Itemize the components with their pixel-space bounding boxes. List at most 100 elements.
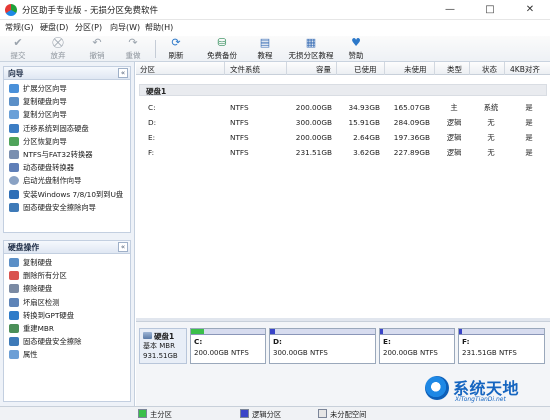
filesystem-cell: NTFS bbox=[230, 118, 249, 127]
used-cell: 34.93GB bbox=[348, 103, 380, 112]
table-row[interactable]: E: NTFS 200.00GB 2.64GB 197.36GB 逻辑 无 是 bbox=[136, 132, 550, 145]
partition-block-c[interactable]: C: 200.00GB NTFS bbox=[190, 328, 266, 364]
disk-ops-group-header[interactable]: 硬盘操作 « bbox=[4, 241, 130, 254]
free-cell: 165.07GB bbox=[393, 103, 430, 112]
table-row[interactable]: D: NTFS 300.00GB 15.91GB 284.09GB 逻辑 无 是 bbox=[136, 117, 550, 130]
free-backup-button[interactable]: ⛁ 免费备份 bbox=[200, 37, 244, 61]
menu-bar: 常规(G) 硬盘(D) 分区(P) 向导(W) 帮助(H) bbox=[0, 20, 550, 36]
wipe-icon bbox=[9, 284, 19, 294]
legend-swatch bbox=[240, 409, 249, 418]
disk-op-convert-gpt[interactable]: 转换到GPT硬盘 bbox=[4, 309, 130, 322]
menu-wizard[interactable]: 向导(W) bbox=[110, 22, 140, 33]
refresh-button[interactable]: ⟳ 刷新 bbox=[163, 37, 189, 61]
menu-disk[interactable]: 硬盘(D) bbox=[40, 22, 68, 33]
wizard-item-boot-media[interactable]: 启动光盘制作向导 bbox=[4, 174, 130, 187]
column-partition[interactable]: 分区 bbox=[140, 64, 155, 75]
column-filesystem[interactable]: 文件系统 bbox=[230, 64, 260, 75]
wizard-item-migrate-os[interactable]: 迁移系统到固态硬盘 bbox=[4, 122, 130, 135]
disk-ops-group: 硬盘操作 « 复制硬盘 删除所有分区 擦除硬盘 坏扇区检测 转换到GPT硬盘 重… bbox=[3, 240, 131, 402]
sponsor-button[interactable]: ♥ 赞助 bbox=[343, 37, 369, 61]
delete-icon bbox=[9, 271, 19, 281]
usage-bar bbox=[380, 329, 454, 335]
redo-icon: ↷ bbox=[128, 36, 138, 49]
disk-ops-list: 复制硬盘 删除所有分区 擦除硬盘 坏扇区检测 转换到GPT硬盘 重建MBR 固态… bbox=[4, 254, 130, 362]
chevron-up-icon[interactable]: « bbox=[118, 68, 128, 78]
disk-op-ssd-erase[interactable]: 固态硬盘安全擦除 bbox=[4, 335, 130, 348]
convert-icon bbox=[9, 149, 19, 159]
menu-general[interactable]: 常规(G) bbox=[5, 22, 33, 33]
app-logo-icon bbox=[5, 4, 17, 16]
properties-icon bbox=[9, 350, 19, 360]
wizard-group-header[interactable]: 向导 « bbox=[4, 67, 130, 80]
column-free[interactable]: 未使用 bbox=[404, 64, 427, 75]
disk-op-bad-sector[interactable]: 坏扇区检测 bbox=[4, 296, 130, 309]
column-divider bbox=[469, 62, 470, 75]
filesystem-cell: NTFS bbox=[230, 148, 249, 157]
wizard-item-ntfs-fat32[interactable]: NTFS与FAT32转换器 bbox=[4, 148, 130, 161]
watermark-url: XiTongTianDi.net bbox=[455, 396, 506, 403]
wizard-item-copy-disk[interactable]: 复制硬盘向导 bbox=[4, 95, 130, 108]
wizard-item-partition-recovery[interactable]: 分区恢复向导 bbox=[4, 135, 130, 148]
column-divider bbox=[286, 62, 287, 75]
bad-sector-icon bbox=[9, 297, 19, 307]
commit-button[interactable]: ✔ 提交 bbox=[5, 37, 31, 61]
wizard-item-ssd-erase[interactable]: 固态硬盘安全擦除向导 bbox=[4, 201, 130, 214]
wizard-item-extend-partition[interactable]: 扩展分区向导 bbox=[4, 82, 130, 95]
wizard-group: 向导 « 扩展分区向导 复制硬盘向导 复制分区向导 迁移系统到固态硬盘 分区恢复… bbox=[3, 66, 131, 233]
filesystem-cell: NTFS bbox=[230, 103, 249, 112]
chevron-up-icon[interactable]: « bbox=[118, 242, 128, 252]
wizard-group-title: 向导 bbox=[8, 69, 24, 78]
status-cell: 无 bbox=[487, 133, 495, 142]
main-area: 分区 文件系统 容量 已使用 未使用 类型 状态 4KB对齐 硬盘1 C: NT… bbox=[136, 62, 550, 406]
undo-button[interactable]: ↶ 撤销 bbox=[84, 37, 110, 61]
disk-card-size: 931.51GB bbox=[143, 352, 178, 360]
column-4kb-aligned[interactable]: 4KB对齐 bbox=[510, 64, 540, 75]
partition-block-info: 300.00GB NTFS bbox=[273, 349, 328, 357]
disk-card[interactable]: 硬盘1 基本 MBR 931.51GB bbox=[139, 328, 187, 364]
tutorial-button[interactable]: ▤ 教程 bbox=[252, 37, 278, 61]
capacity-cell: 300.00GB bbox=[295, 118, 332, 127]
type-cell: 逻辑 bbox=[446, 133, 462, 142]
partition-block-f[interactable]: F: 231.51GB NTFS bbox=[458, 328, 545, 364]
column-capacity[interactable]: 容量 bbox=[316, 64, 331, 75]
close-button[interactable]: ✕ bbox=[510, 0, 550, 20]
table-row[interactable]: F: NTFS 231.51GB 3.62GB 227.89GB 逻辑 无 是 bbox=[136, 147, 550, 160]
checkmark-icon: ✔ bbox=[13, 36, 23, 49]
wizard-item-dynamic-disk[interactable]: 动态硬盘转换器 bbox=[4, 161, 130, 174]
disk-op-wipe-disk[interactable]: 擦除硬盘 bbox=[4, 282, 130, 295]
migrate-icon bbox=[9, 123, 19, 133]
used-cell: 3.62GB bbox=[353, 148, 380, 157]
discard-button[interactable]: ⛒ 放弃 bbox=[45, 37, 71, 61]
lossless-tutorial-button[interactable]: ▦ 无损分区教程 bbox=[284, 37, 338, 61]
disk-op-rebuild-mbr[interactable]: 重建MBR bbox=[4, 322, 130, 335]
wizard-item-copy-partition[interactable]: 复制分区向导 bbox=[4, 108, 130, 121]
table-row[interactable]: C: NTFS 200.00GB 34.93GB 165.07GB 主 系统 是 bbox=[136, 102, 550, 115]
column-status[interactable]: 状态 bbox=[482, 64, 497, 75]
partition-block-e[interactable]: E: 200.00GB NTFS bbox=[379, 328, 455, 364]
discard-icon: ⛒ bbox=[52, 36, 64, 49]
column-divider bbox=[336, 62, 337, 75]
type-cell: 主 bbox=[450, 103, 458, 112]
column-divider bbox=[384, 62, 385, 75]
left-panel: 向导 « 扩展分区向导 复制硬盘向导 复制分区向导 迁移系统到固态硬盘 分区恢复… bbox=[0, 62, 135, 406]
copy-partition-icon bbox=[9, 110, 19, 120]
redo-button[interactable]: ↷ 重做 bbox=[120, 37, 146, 61]
disk-group-row[interactable]: 硬盘1 bbox=[139, 84, 547, 96]
menu-help[interactable]: 帮助(H) bbox=[145, 22, 173, 33]
column-type[interactable]: 类型 bbox=[447, 64, 462, 75]
cd-icon bbox=[9, 176, 19, 186]
partition-table-header: 分区 文件系统 容量 已使用 未使用 类型 状态 4KB对齐 bbox=[136, 62, 550, 75]
minimize-button[interactable]: — bbox=[430, 0, 470, 20]
disk-op-properties[interactable]: 属性 bbox=[4, 348, 130, 361]
disk-op-copy-disk[interactable]: 复制硬盘 bbox=[4, 256, 130, 269]
partition-cell: D: bbox=[148, 118, 157, 127]
wizard-item-windows-to-go[interactable]: 安装Windows 7/8/10到到U盘 bbox=[4, 188, 130, 201]
partition-block-d[interactable]: D: 300.00GB NTFS bbox=[269, 328, 376, 364]
disk-op-delete-all[interactable]: 删除所有分区 bbox=[4, 269, 130, 282]
disk-group-label: 硬盘1 bbox=[146, 87, 167, 96]
column-divider bbox=[434, 62, 435, 75]
menu-partition[interactable]: 分区(P) bbox=[75, 22, 102, 33]
aligned-cell: 是 bbox=[525, 133, 533, 142]
maximize-button[interactable]: □ bbox=[470, 0, 510, 20]
column-used[interactable]: 已使用 bbox=[354, 64, 377, 75]
